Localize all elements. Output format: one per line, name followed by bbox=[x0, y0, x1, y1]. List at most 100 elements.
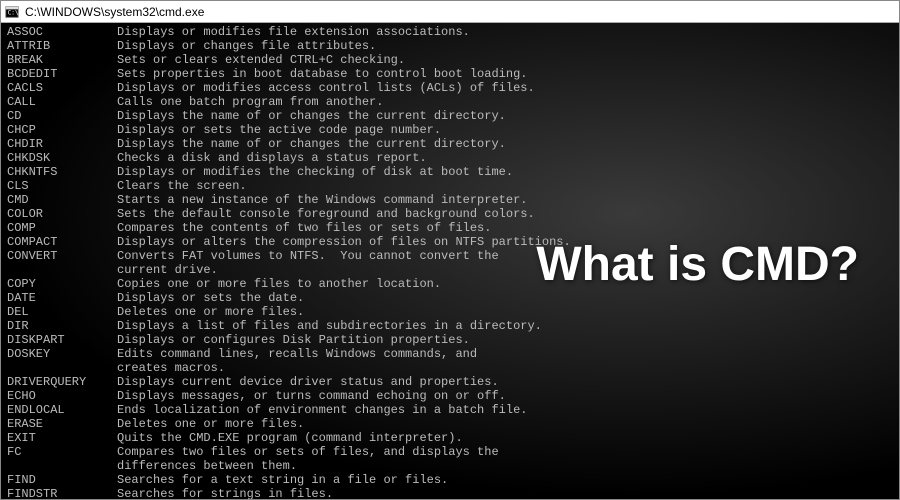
command-description: Displays messages, or turns command echo… bbox=[117, 389, 893, 403]
command-row: COLORSets the default console foreground… bbox=[7, 207, 893, 221]
command-name: BCDEDIT bbox=[7, 67, 117, 81]
command-name: CHKNTFS bbox=[7, 165, 117, 179]
command-row: ASSOCDisplays or modifies file extension… bbox=[7, 25, 893, 39]
command-description: Edits command lines, recalls Windows com… bbox=[117, 347, 893, 361]
command-row: ATTRIBDisplays or changes file attribute… bbox=[7, 39, 893, 53]
command-name: CALL bbox=[7, 95, 117, 109]
command-name: DISKPART bbox=[7, 333, 117, 347]
command-name: DRIVERQUERY bbox=[7, 375, 117, 389]
command-row: CHDIRDisplays the name of or changes the… bbox=[7, 137, 893, 151]
command-description: differences between them. bbox=[7, 459, 893, 473]
command-row: DATEDisplays or sets the date. bbox=[7, 291, 893, 305]
command-description: Displays or configures Disk Partition pr… bbox=[117, 333, 893, 347]
command-description: Deletes one or more files. bbox=[117, 417, 893, 431]
command-row: CALLCalls one batch program from another… bbox=[7, 95, 893, 109]
command-description: Searches for strings in files. bbox=[117, 487, 893, 499]
terminal-output[interactable]: ASSOCDisplays or modifies file extension… bbox=[1, 23, 899, 499]
command-name: COMPACT bbox=[7, 235, 117, 249]
command-row-continuation: differences between them. bbox=[7, 459, 893, 473]
command-name: CHKDSK bbox=[7, 151, 117, 165]
command-row: COMPCompares the contents of two files o… bbox=[7, 221, 893, 235]
title-bar[interactable]: C:\ C:\WINDOWS\system32\cmd.exe bbox=[1, 1, 899, 23]
command-description: Displays current device driver status an… bbox=[117, 375, 893, 389]
command-row: ENDLOCALEnds localization of environment… bbox=[7, 403, 893, 417]
command-description: Converts FAT volumes to NTFS. You cannot… bbox=[117, 249, 893, 263]
command-row: CDDisplays the name of or changes the cu… bbox=[7, 109, 893, 123]
command-description: Displays the name of or changes the curr… bbox=[117, 109, 893, 123]
command-description: Sets properties in boot database to cont… bbox=[117, 67, 893, 81]
command-row: ERASEDeletes one or more files. bbox=[7, 417, 893, 431]
command-row: DRIVERQUERYDisplays current device drive… bbox=[7, 375, 893, 389]
cmd-icon: C:\ bbox=[5, 5, 19, 19]
command-description: current drive. bbox=[7, 263, 893, 277]
command-description: Displays or sets the date. bbox=[117, 291, 893, 305]
command-name: DOSKEY bbox=[7, 347, 117, 361]
command-row: ECHODisplays messages, or turns command … bbox=[7, 389, 893, 403]
command-description: Displays or modifies file extension asso… bbox=[117, 25, 893, 39]
command-name: BREAK bbox=[7, 53, 117, 67]
command-row: CHKDSKChecks a disk and displays a statu… bbox=[7, 151, 893, 165]
command-row: DELDeletes one or more files. bbox=[7, 305, 893, 319]
command-name: COPY bbox=[7, 277, 117, 291]
command-name: COLOR bbox=[7, 207, 117, 221]
command-description: Ends localization of environment changes… bbox=[117, 403, 893, 417]
command-row-continuation: current drive. bbox=[7, 263, 893, 277]
command-description: Sets the default console foreground and … bbox=[117, 207, 893, 221]
command-description: Copies one or more files to another loca… bbox=[117, 277, 893, 291]
cmd-window: C:\ C:\WINDOWS\system32\cmd.exe ASSOCDis… bbox=[0, 0, 900, 500]
command-description: Searches for a text string in a file or … bbox=[117, 473, 893, 487]
command-row: DOSKEYEdits command lines, recalls Windo… bbox=[7, 347, 893, 361]
command-name: DATE bbox=[7, 291, 117, 305]
command-description: Sets or clears extended CTRL+C checking. bbox=[117, 53, 893, 67]
command-name: CMD bbox=[7, 193, 117, 207]
command-row: FCCompares two files or sets of files, a… bbox=[7, 445, 893, 459]
command-name: CONVERT bbox=[7, 249, 117, 263]
command-row: CLSClears the screen. bbox=[7, 179, 893, 193]
command-description: Displays or alters the compression of fi… bbox=[117, 235, 893, 249]
command-row: CONVERTConverts FAT volumes to NTFS. You… bbox=[7, 249, 893, 263]
command-name: CHDIR bbox=[7, 137, 117, 151]
command-description: Compares two files or sets of files, and… bbox=[117, 445, 893, 459]
command-name: ATTRIB bbox=[7, 39, 117, 53]
command-description: creates macros. bbox=[7, 361, 893, 375]
command-row: DISKPARTDisplays or configures Disk Part… bbox=[7, 333, 893, 347]
command-row: COPYCopies one or more files to another … bbox=[7, 277, 893, 291]
command-description: Deletes one or more files. bbox=[117, 305, 893, 319]
command-description: Displays or modifies the checking of dis… bbox=[117, 165, 893, 179]
command-name: CHCP bbox=[7, 123, 117, 137]
command-description: Compares the contents of two files or se… bbox=[117, 221, 893, 235]
command-description: Displays or sets the active code page nu… bbox=[117, 123, 893, 137]
command-name: DEL bbox=[7, 305, 117, 319]
command-name: CD bbox=[7, 109, 117, 123]
command-row: BREAKSets or clears extended CTRL+C chec… bbox=[7, 53, 893, 67]
command-name: CLS bbox=[7, 179, 117, 193]
command-row: CMDStarts a new instance of the Windows … bbox=[7, 193, 893, 207]
command-row: BCDEDITSets properties in boot database … bbox=[7, 67, 893, 81]
command-description: Calls one batch program from another. bbox=[117, 95, 893, 109]
command-row: DIRDisplays a list of files and subdirec… bbox=[7, 319, 893, 333]
command-row: EXITQuits the CMD.EXE program (command i… bbox=[7, 431, 893, 445]
command-row: FINDSTRSearches for strings in files. bbox=[7, 487, 893, 499]
command-description: Displays the name of or changes the curr… bbox=[117, 137, 893, 151]
command-name: ASSOC bbox=[7, 25, 117, 39]
command-name: COMP bbox=[7, 221, 117, 235]
command-row: COMPACTDisplays or alters the compressio… bbox=[7, 235, 893, 249]
command-row: FINDSearches for a text string in a file… bbox=[7, 473, 893, 487]
svg-text:C:\: C:\ bbox=[8, 9, 19, 16]
command-description: Displays a list of files and subdirector… bbox=[117, 319, 893, 333]
command-name: ENDLOCAL bbox=[7, 403, 117, 417]
command-description: Checks a disk and displays a status repo… bbox=[117, 151, 893, 165]
command-name: ERASE bbox=[7, 417, 117, 431]
command-name: FIND bbox=[7, 473, 117, 487]
command-name: CACLS bbox=[7, 81, 117, 95]
command-name: EXIT bbox=[7, 431, 117, 445]
command-description: Clears the screen. bbox=[117, 179, 893, 193]
window-title: C:\WINDOWS\system32\cmd.exe bbox=[25, 5, 204, 19]
command-row-continuation: creates macros. bbox=[7, 361, 893, 375]
command-description: Displays or changes file attributes. bbox=[117, 39, 893, 53]
command-row: CHKNTFSDisplays or modifies the checking… bbox=[7, 165, 893, 179]
command-description: Quits the CMD.EXE program (command inter… bbox=[117, 431, 893, 445]
command-name: FC bbox=[7, 445, 117, 459]
command-name: FINDSTR bbox=[7, 487, 117, 499]
command-row: CHCPDisplays or sets the active code pag… bbox=[7, 123, 893, 137]
